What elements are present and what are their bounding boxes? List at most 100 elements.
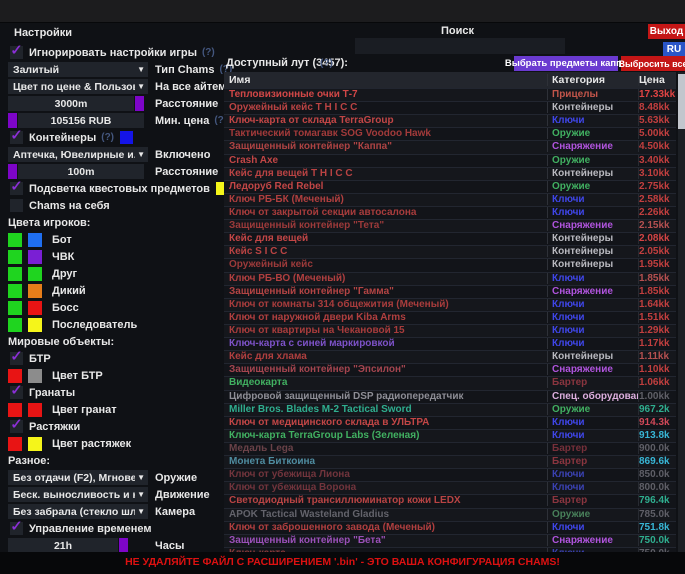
tripwire-color-row: Цвет растяжек [8, 435, 222, 452]
item-category: Ключи [547, 417, 638, 428]
table-row[interactable]: Ключ от наружной двери Kiba ArmsКлючи1.5… [224, 311, 676, 324]
tripwires-checkbox[interactable]: ✓ [10, 420, 23, 433]
item-category: Снаряжение [547, 220, 638, 231]
table-row[interactable]: Кейс для вещейКонтейнеры2.08kk [224, 232, 676, 245]
color-mode-dropdown[interactable]: Цвет по цене & Пользователь▼ [8, 79, 148, 94]
table-row[interactable]: Ключ РБ-ВО (Меченый)Ключи1.85kk [224, 272, 676, 285]
table-row[interactable]: Защищенный контейнер "Бета"Снаряжение750… [224, 534, 676, 547]
table-row[interactable]: Ключ РБ-БК (Меченый)Ключи2.58kk [224, 193, 676, 206]
color-bot-swatch-2[interactable] [28, 233, 42, 247]
item-name: Ключ от закрытой секции автосалона [224, 207, 547, 218]
movement-mode-value: Беск. выносливость и нет уста [8, 489, 135, 501]
container-filter-label: Включено [155, 149, 210, 161]
color-friend-swatch-2[interactable] [28, 267, 42, 281]
table-row[interactable]: Оружейный кейсКонтейнеры1.95kk [224, 258, 676, 271]
item-category: Снаряжение [547, 286, 638, 297]
table-row[interactable]: Защищенный контейнер "Каппа"Снаряжение4.… [224, 140, 676, 153]
min-price-input[interactable]: 105156 RUB [18, 113, 144, 128]
item-name: Монета Биткоина [224, 456, 547, 467]
settings-rows: ✓Игнорировать настройки игры(?)Залитый▼Т… [8, 44, 222, 554]
search-input[interactable] [355, 38, 565, 54]
language-button[interactable]: RU [663, 42, 685, 57]
time-hours-color-swatch[interactable] [119, 538, 128, 553]
item-price: 1.95kk [638, 259, 676, 270]
color-bot-swatch-1[interactable] [8, 233, 22, 247]
tripwire-color-swatch-1[interactable] [8, 437, 22, 451]
config-warning-text: НЕ УДАЛЯЙТЕ ФАЙЛ С РАСШИРЕНИЕМ '.bin' - … [125, 556, 560, 568]
table-row[interactable]: Кейс для вещей T H I C CКонтейнеры3.10kk [224, 167, 676, 180]
table-row[interactable]: Защищенный контейнер "Тета"Снаряжение2.1… [224, 219, 676, 232]
color-follower-swatch-2[interactable] [28, 318, 42, 332]
chams-self-checkbox[interactable] [10, 199, 23, 212]
time-control-checkbox[interactable]: ✓ [10, 522, 23, 535]
container-filter-dropdown[interactable]: Аптечка, Ювелирные и...▼ [8, 147, 148, 162]
item-price: 1.06kk [638, 377, 676, 388]
table-row[interactable]: Тепловизионные очки Т-7Прицелы17.33kk [224, 88, 676, 101]
table-row[interactable]: Ледоруб Red RebelОружие2.75kk [224, 180, 676, 193]
containers-checkbox[interactable]: ✓ [10, 131, 23, 144]
btr-color-swatch-2[interactable] [28, 369, 42, 383]
movement-mode-dropdown[interactable]: Беск. выносливость и нет уста▼ [8, 487, 148, 502]
item-distance-color-swatch[interactable] [135, 96, 144, 111]
item-price: 869.6k [638, 456, 676, 467]
table-row[interactable]: Ключ от медицинского склада в УЛЬТРАКлюч… [224, 416, 676, 429]
table-row[interactable]: APOK Tactical Wasteland GladiusОружие785… [224, 508, 676, 521]
weapon-mode-row: Без отдачи (F2), Мгновенное п▼Оружие [8, 469, 222, 486]
table-row[interactable]: ВидеокартаБартер1.06kk [224, 376, 676, 389]
table-row[interactable]: Ключ-карта с синей маркировкойКлючи1.17k… [224, 337, 676, 350]
weapon-mode-dropdown[interactable]: Без отдачи (F2), Мгновенное п▼ [8, 470, 148, 485]
table-row[interactable]: Кейс для хламаКонтейнеры1.11kk [224, 350, 676, 363]
time-hours-input[interactable]: 21h [8, 538, 118, 553]
table-row[interactable]: Кейс S I C CКонтейнеры2.05kk [224, 245, 676, 258]
color-pmc-swatch-2[interactable] [28, 250, 42, 264]
btr-checkbox[interactable]: ✓ [10, 352, 23, 365]
table-row[interactable]: Медаль LegaБартер900.0k [224, 442, 676, 455]
table-row[interactable]: Ключ от закрытой секции автосалонаКлючи2… [224, 206, 676, 219]
chams-type-dropdown[interactable]: Залитый▼ [8, 62, 148, 77]
discard-all-button[interactable]: Выбросить все [621, 56, 685, 71]
scrollbar-thumb[interactable] [678, 74, 685, 129]
table-row[interactable]: Светодиодный трансиллюминатор кожи LEDXБ… [224, 494, 676, 507]
item-distance-input[interactable]: 3000m [8, 96, 134, 111]
table-row[interactable]: Ключ от заброшенного завода (Меченый)Клю… [224, 521, 676, 534]
table-row[interactable]: Защищенный контейнер "Эпсилон"Снаряжение… [224, 363, 676, 376]
table-row[interactable]: Ключ-карта TerraGroup Labs (Зеленая)Ключ… [224, 429, 676, 442]
color-scav-swatch-2[interactable] [28, 284, 42, 298]
table-row[interactable]: Защищенный контейнер "Гамма"Снаряжение1.… [224, 285, 676, 298]
grenades-checkbox[interactable]: ✓ [10, 386, 23, 399]
column-header-category: Категория [547, 74, 638, 86]
table-row[interactable]: Miller Bros. Blades M-2 Tactical SwordОр… [224, 403, 676, 416]
container-distance-input[interactable]: 100m [18, 164, 144, 179]
chams-self-label: Chams на себя [29, 200, 110, 212]
table-row[interactable]: Тактический томагавк SOG Voodoo HawkОруж… [224, 127, 676, 140]
table-row[interactable]: Монета БиткоинаБартер869.6k [224, 455, 676, 468]
btr-color-row: Цвет БТР [8, 367, 222, 384]
color-pmc-swatch-1[interactable] [8, 250, 22, 264]
grenade-color-swatch-2[interactable] [28, 403, 42, 417]
color-boss-swatch-1[interactable] [8, 301, 22, 315]
table-row[interactable]: Ключ от убежища ВоронаКлючи800.0k [224, 481, 676, 494]
table-row[interactable]: Ключ от комнаты 314 общежития (Меченый)К… [224, 298, 676, 311]
containers-label: Контейнеры [29, 132, 96, 144]
table-row[interactable]: Crash AxeОружие3.40kk [224, 154, 676, 167]
tripwire-color-swatch-2[interactable] [28, 437, 42, 451]
table-row[interactable]: Оружейный кейс T H I C CКонтейнеры8.48kk [224, 101, 676, 114]
select-kappa-items-button[interactable]: Выбрать предметы каппа [514, 56, 618, 71]
camera-mode-dropdown[interactable]: Без забрала (стекло шлема)▼ [8, 504, 148, 519]
color-boss-swatch-2[interactable] [28, 301, 42, 315]
ignore-game-settings-checkbox[interactable]: ✓ [10, 46, 23, 59]
color-friend-label: Друг [52, 268, 77, 280]
table-scrollbar[interactable] [678, 72, 685, 552]
exit-button[interactable]: Выход [648, 24, 685, 39]
color-friend-swatch-1[interactable] [8, 267, 22, 281]
quest-highlight-checkbox[interactable]: ✓ [10, 182, 23, 195]
table-row[interactable]: Ключ-карта от склада TerraGroupКлючи5.63… [224, 114, 676, 127]
color-follower-swatch-1[interactable] [8, 318, 22, 332]
table-row[interactable]: Ключ от квартиры на Чекановой 15Ключи1.2… [224, 324, 676, 337]
containers-color-swatch[interactable] [120, 131, 133, 144]
table-row[interactable]: Цифровой защищенный DSP радиопередатчикС… [224, 390, 676, 403]
world-objects-section-row: Мировые объекты: [8, 333, 222, 350]
table-row[interactable]: Ключ от убежища ЛионаКлючи850.0k [224, 468, 676, 481]
color-scav-swatch-1[interactable] [8, 284, 22, 298]
item-name: Защищенный контейнер "Тета" [224, 220, 547, 231]
